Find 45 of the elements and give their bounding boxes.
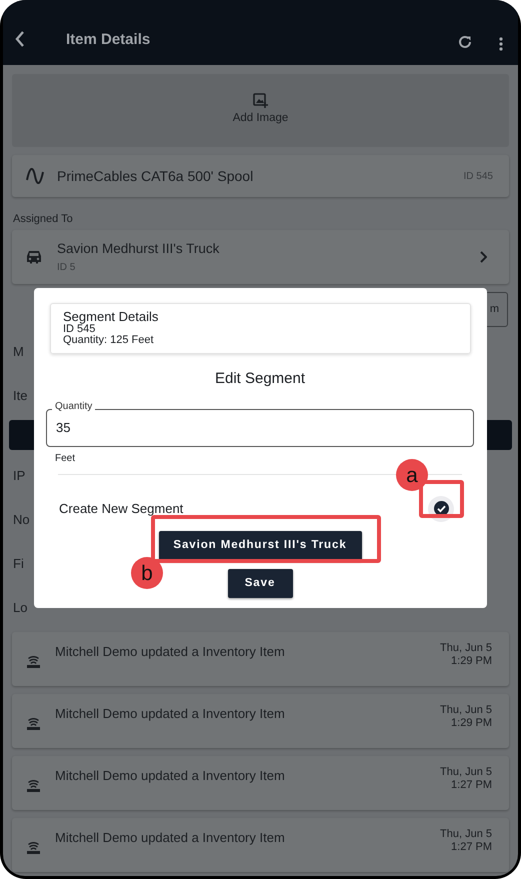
field-label: Lo: [13, 599, 28, 618]
assigned-to-label: Assigned To: [13, 212, 74, 227]
log-date: Thu, Jun 5: [440, 642, 492, 655]
log-date: Thu, Jun 5: [440, 828, 492, 841]
refresh-icon[interactable]: [457, 34, 473, 50]
signal-icon: [26, 654, 41, 668]
log-text: Mitchell Demo updated a Inventory Item: [55, 829, 286, 847]
truck-name: Savion Medhurst III's Truck: [57, 240, 220, 258]
field-label: No: [13, 511, 30, 530]
truck-icon: [26, 250, 42, 264]
log-time: 1:29 PM: [450, 654, 492, 668]
field-label: IP: [13, 467, 26, 486]
log-time: 1:27 PM: [450, 840, 492, 854]
quantity-label: Quantity: [52, 402, 96, 412]
segment-quantity: Quantity: 125 Feet: [63, 335, 154, 347]
signal-icon: [26, 716, 41, 730]
signal-icon: [26, 840, 41, 854]
segment-details-title: Segment Details: [63, 310, 160, 324]
log-time: 1:27 PM: [450, 778, 492, 792]
field-label: Fi: [13, 555, 24, 574]
unit-label: Feet: [55, 452, 76, 466]
item-name: PrimeCables CAT6a 500' Spool: [57, 166, 254, 186]
quantity-value: 35: [56, 418, 70, 437]
chevron-right-icon: [479, 251, 487, 263]
segment-id: ID 545: [63, 324, 96, 335]
field-label: M: [13, 343, 24, 362]
log-time: 1:29 PM: [450, 716, 492, 730]
add-image-icon: [253, 93, 268, 108]
dialog-title: Edit Segment: [214, 370, 306, 386]
save-button[interactable]: Save: [228, 568, 292, 598]
back-icon[interactable]: [14, 30, 26, 48]
more-icon[interactable]: [499, 37, 503, 51]
cable-icon: [26, 168, 44, 184]
add-image-label: Add Image: [232, 111, 288, 126]
create-new-segment-label: Create New Segment: [59, 500, 184, 518]
signal-icon: [26, 778, 41, 792]
log-text: Mitchell Demo updated a Inventory Item: [55, 767, 286, 785]
log-text: Mitchell Demo updated a Inventory Item: [55, 643, 286, 661]
check-icon: [434, 501, 448, 516]
log-date: Thu, Jun 5: [440, 766, 492, 779]
assign-truck-button[interactable]: Savion Medhurst III's Truck: [158, 530, 362, 561]
field-label: Ite: [13, 387, 28, 406]
page-title: Item Details: [66, 30, 152, 50]
log-text: Mitchell Demo updated a Inventory Item: [55, 705, 286, 723]
log-date: Thu, Jun 5: [440, 704, 492, 717]
